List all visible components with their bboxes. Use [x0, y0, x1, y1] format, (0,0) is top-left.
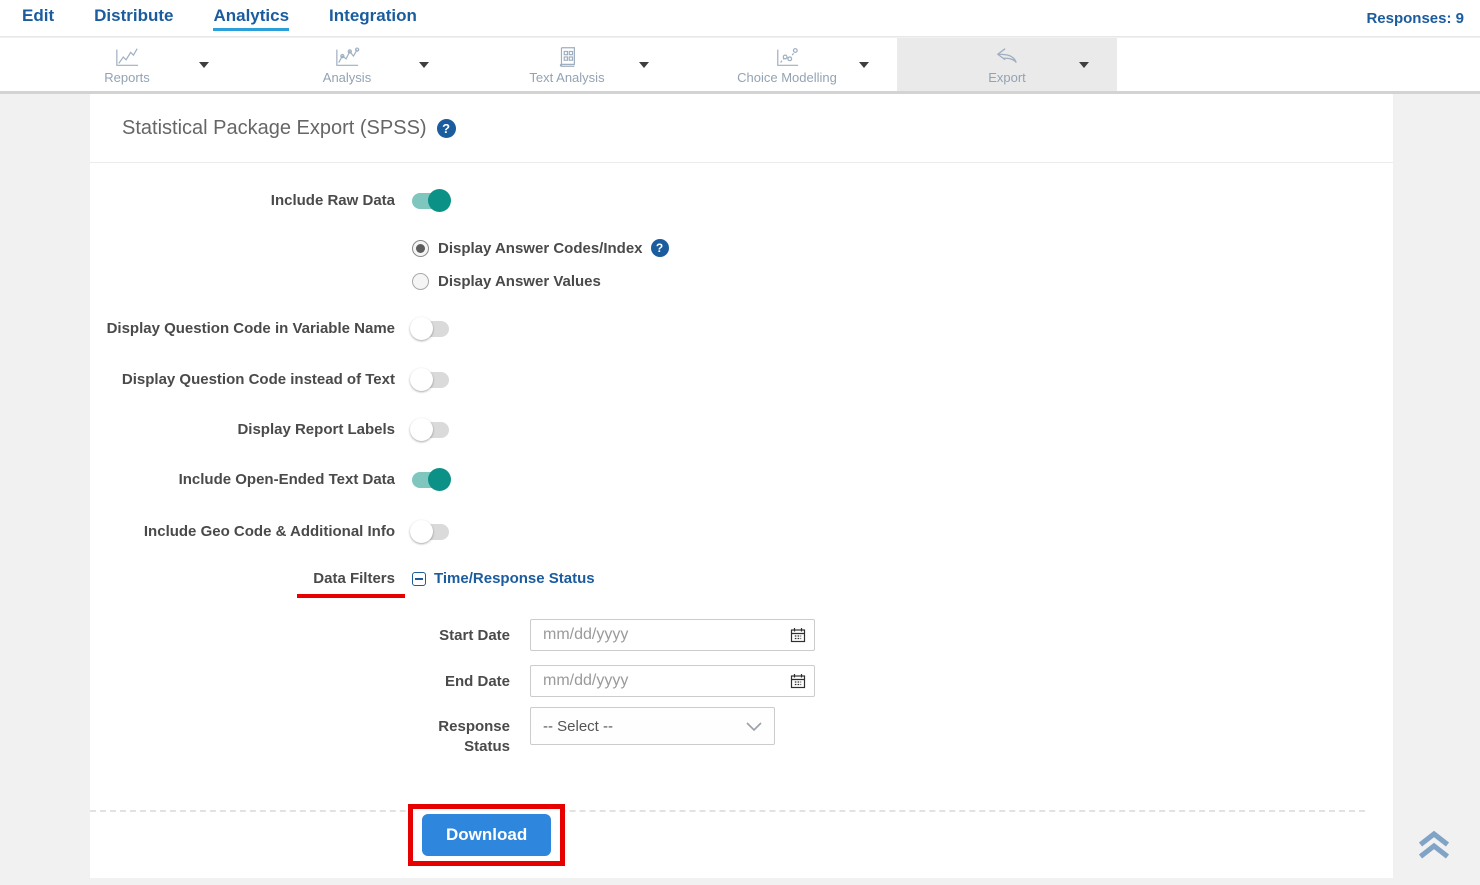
tab-text-analysis-label: Text Analysis: [529, 70, 604, 85]
answer-codes-help-icon[interactable]: ?: [651, 239, 669, 257]
section-divider: [90, 810, 1365, 812]
end-date-input[interactable]: [530, 665, 815, 697]
tab-reports-label: Reports: [104, 70, 150, 85]
analysis-chart-icon: [332, 45, 362, 69]
open-ended-label: Include Open-Ended Text Data: [90, 469, 395, 491]
toggle-knob: [410, 520, 433, 543]
nav-item-analytics[interactable]: Analytics: [213, 6, 289, 31]
top-nav: Edit Distribute Analytics Integration Re…: [0, 0, 1480, 37]
geo-code-toggle[interactable]: [412, 524, 449, 540]
question-code-variable-toggle[interactable]: [412, 321, 449, 337]
reports-dropdown-caret[interactable]: [199, 62, 209, 68]
toggle-knob: [410, 368, 433, 391]
analysis-dropdown-caret[interactable]: [419, 62, 429, 68]
response-status-label-text: Response Status: [422, 717, 510, 757]
calendar-icon[interactable]: [790, 627, 806, 643]
responses-count: Responses: 9: [1366, 10, 1464, 27]
text-analysis-dropdown-caret[interactable]: [639, 62, 649, 68]
export-dropdown-caret[interactable]: [1079, 62, 1089, 68]
app-window: Edit Distribute Analytics Integration Re…: [0, 0, 1480, 885]
time-response-status-label: Time/Response Status: [434, 570, 595, 587]
question-code-variable-label: Display Question Code in Variable Name: [90, 318, 395, 340]
geo-code-label: Include Geo Code & Additional Info: [90, 521, 395, 543]
export-form: Include Raw Data Display Answer Codes/In…: [90, 163, 1393, 878]
collapse-section-icon[interactable]: [412, 572, 426, 586]
tab-export[interactable]: Export: [897, 38, 1117, 91]
report-labels-toggle[interactable]: [412, 422, 449, 438]
response-status-value: -- Select --: [543, 718, 613, 735]
question-code-text-label: Display Question Code instead of Text: [90, 369, 395, 391]
start-date-input[interactable]: [530, 619, 815, 651]
red-underline-annotation: [297, 594, 405, 598]
question-code-text-toggle[interactable]: [412, 372, 449, 388]
export-settings-panel: Statistical Package Export (SPSS) ? Incl…: [90, 94, 1393, 878]
analytics-toolbar: Reports Analysis: [0, 38, 1480, 94]
nav-item-edit[interactable]: Edit: [22, 6, 54, 31]
red-annotation-box: Download: [408, 804, 565, 866]
tab-analysis-label: Analysis: [323, 70, 371, 85]
data-filters-label: Data Filters: [90, 568, 395, 590]
nav-item-integration[interactable]: Integration: [329, 6, 417, 31]
chevron-down-icon: [746, 722, 762, 732]
response-status-select[interactable]: -- Select --: [530, 707, 775, 745]
display-answer-codes-radio[interactable]: [412, 240, 429, 257]
display-answer-values-radio[interactable]: [412, 273, 429, 290]
tab-choice-modelling[interactable]: Choice Modelling: [677, 38, 897, 91]
report-labels-label: Display Report Labels: [90, 419, 395, 441]
download-button[interactable]: Download: [422, 814, 551, 856]
scroll-to-top-icon[interactable]: [1416, 827, 1452, 865]
text-analysis-icon: [552, 45, 582, 69]
tab-choice-modelling-label: Choice Modelling: [737, 70, 837, 85]
toggle-knob: [428, 189, 451, 212]
title-help-icon[interactable]: ?: [437, 119, 456, 138]
export-arrow-icon: [992, 45, 1022, 69]
include-raw-data-label: Include Raw Data: [90, 190, 395, 212]
display-answer-values-label: Display Answer Values: [438, 273, 601, 290]
tab-export-label: Export: [988, 70, 1026, 85]
nav-item-distribute[interactable]: Distribute: [94, 6, 173, 31]
include-raw-data-toggle[interactable]: [412, 193, 449, 209]
choice-modelling-dropdown-caret[interactable]: [859, 62, 869, 68]
calendar-icon[interactable]: [790, 673, 806, 689]
display-answer-codes-label: Display Answer Codes/Index: [438, 240, 643, 257]
choice-modelling-icon: [772, 45, 802, 69]
toggle-knob: [428, 468, 451, 491]
toggle-knob: [410, 418, 433, 441]
open-ended-toggle[interactable]: [412, 472, 449, 488]
start-date-label: Start Date: [90, 626, 510, 646]
tab-analysis[interactable]: Analysis: [237, 38, 457, 91]
reports-chart-icon: [112, 45, 142, 69]
tab-text-analysis[interactable]: Text Analysis: [457, 38, 677, 91]
page-title: Statistical Package Export (SPSS): [122, 117, 427, 140]
response-status-label: Response Status: [90, 717, 510, 757]
toggle-knob: [410, 317, 433, 340]
panel-header: Statistical Package Export (SPSS) ?: [90, 94, 1393, 163]
tab-reports[interactable]: Reports: [17, 38, 237, 91]
end-date-label: End Date: [90, 672, 510, 692]
